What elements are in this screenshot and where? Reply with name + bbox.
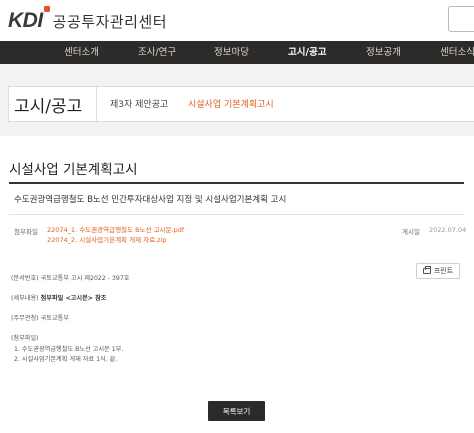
tab-third-party-proposal[interactable]: 제3자 제안공고	[110, 97, 168, 110]
doc-number-line: (문서번호) 국토교통부 고시 제2022 - 397호	[11, 275, 130, 282]
section-title: 고시/공고	[14, 97, 83, 117]
divider	[9, 182, 464, 184]
title-divider	[96, 87, 97, 121]
attachment-label: 첨부파일	[14, 228, 38, 236]
list-button[interactable]: 목록보기	[208, 401, 265, 421]
print-button[interactable]: 프린트	[416, 263, 460, 279]
search-box[interactable]	[448, 6, 474, 32]
main-nav: 센터소개 조사/연구 정보마당 고시/공고 정보공개 센터소식	[0, 41, 474, 64]
page-heading: 시설사업 기본계획고시	[9, 162, 138, 178]
attachment-link-zip[interactable]: 22074_2. 시설사업기본계획 게재 자료.zip	[47, 234, 167, 244]
nav-item-news[interactable]: 센터소식	[440, 41, 474, 64]
nav-item-research[interactable]: 조사/연구	[138, 41, 176, 64]
logo-mark: KDI	[8, 6, 50, 33]
detail-line: (세부내용) 첨부파일 <고시문> 참조	[11, 295, 107, 302]
attach-heading-line: (첨부파일)	[11, 335, 39, 342]
attach-item-2: 2. 시설사업기본계획 게재 자료 1식. 끝.	[14, 356, 118, 363]
date-label: 게시일	[402, 228, 420, 236]
site-header: KDI 공공투자관리센터	[0, 0, 474, 41]
nav-item-notices[interactable]: 고시/공고	[288, 41, 326, 64]
org-name: 공공투자관리센터	[52, 12, 168, 31]
kdi-logo[interactable]: KDI 공공투자관리센터	[8, 6, 168, 33]
nav-item-center-intro[interactable]: 센터소개	[64, 41, 99, 64]
nav-item-disclosure[interactable]: 정보공개	[366, 41, 401, 64]
department-line: (주무관청) 국토교통부	[11, 315, 70, 322]
attachment-link-pdf[interactable]: 22074_1. 수도권광역급행철도 B노선 고시문.pdf	[47, 224, 184, 234]
print-button-label: 프린트	[433, 267, 454, 275]
tab-facility-plan-notice[interactable]: 시설사업 기본계획고시	[188, 97, 274, 110]
post-date: 2022.07.04	[429, 226, 467, 234]
attach-item-1: 1. 수도권광역급행철도 B노선 고시문 1부.	[14, 346, 124, 353]
logo-dot-icon	[44, 6, 50, 12]
post-subject: 수도권광역급행철도 B노선 민간투자대상사업 지정 및 시설사업기본계획 고시	[14, 195, 287, 205]
nav-item-info[interactable]: 정보마당	[214, 41, 249, 64]
printer-icon	[422, 266, 431, 274]
divider	[9, 214, 464, 215]
